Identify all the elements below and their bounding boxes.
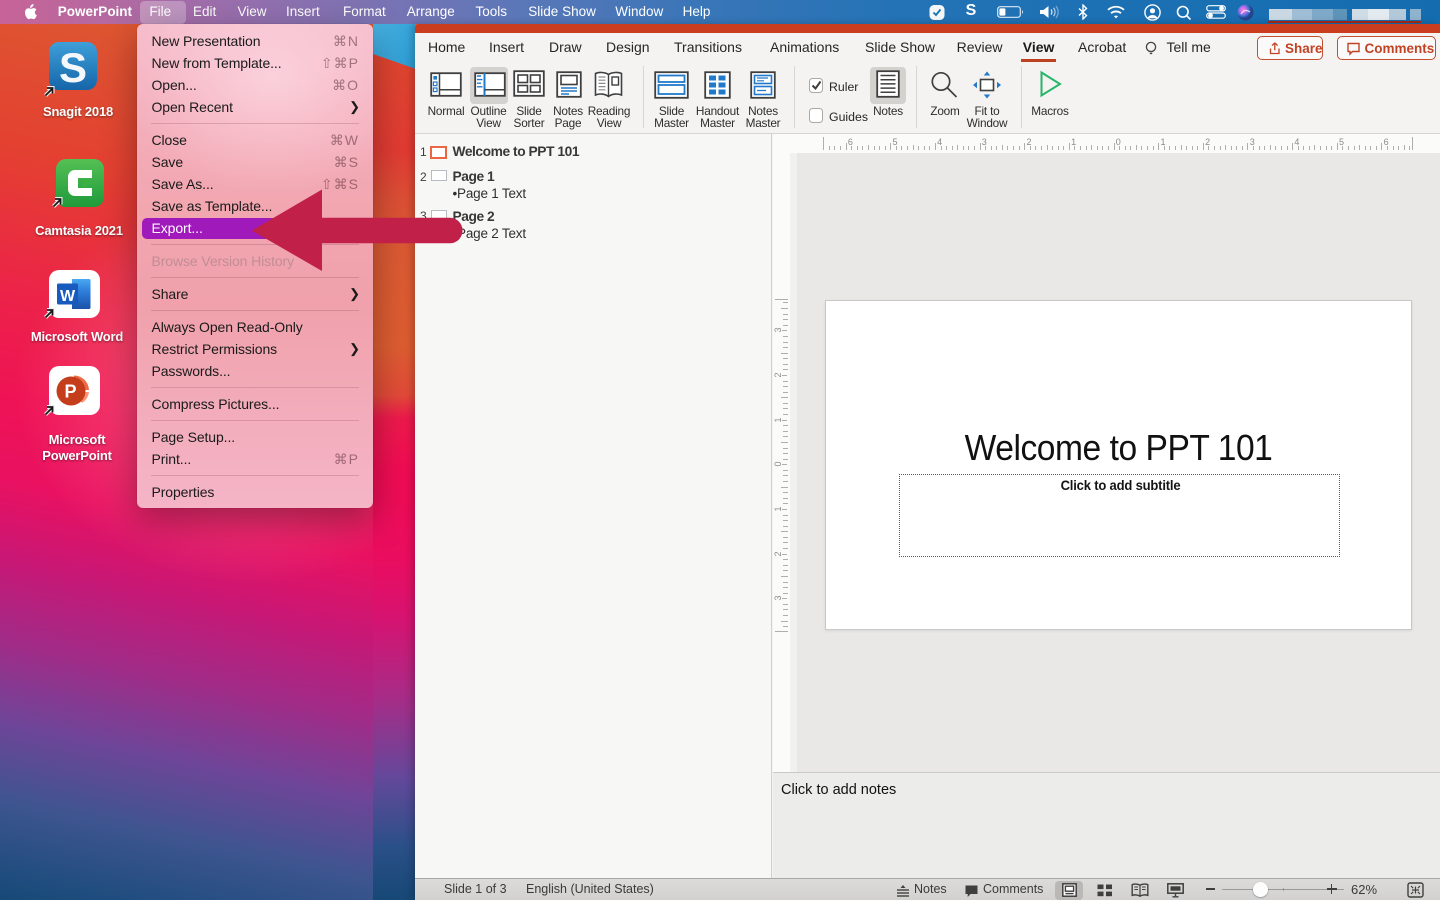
svg-text:W: W	[60, 288, 76, 305]
svg-text:S: S	[59, 44, 87, 91]
svg-text:P: P	[64, 382, 76, 402]
